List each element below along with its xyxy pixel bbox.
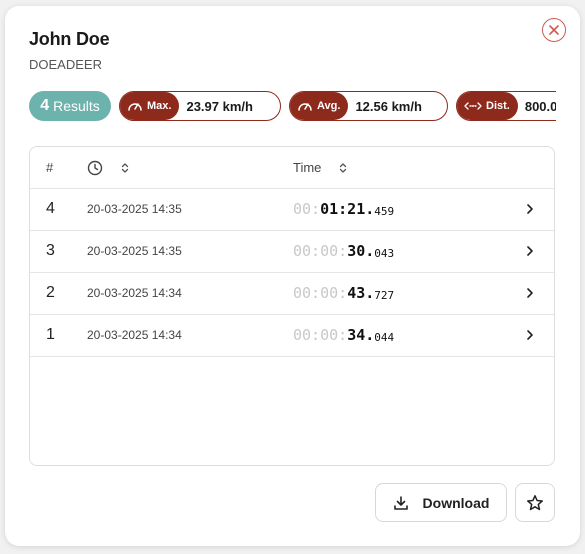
favorite-button[interactable] (515, 483, 555, 522)
row-date: 20-03-2025 14:34 (87, 286, 182, 300)
sort-icon[interactable] (121, 162, 129, 174)
results-label: Results (53, 98, 100, 114)
row-index: 2 (46, 284, 55, 301)
avg-speed-value: 12.56 km/h (355, 98, 422, 114)
header-time[interactable]: Time (293, 147, 347, 188)
close-icon (549, 25, 559, 35)
time-ms: 044 (374, 330, 395, 344)
time-dim: 00:00: (293, 326, 348, 344)
time-main: 43. (347, 284, 375, 302)
results-count: 4 (40, 97, 50, 114)
distance-tag: Dist. (457, 92, 518, 120)
chevron-right-icon (527, 330, 533, 340)
header-date[interactable] (87, 147, 129, 188)
row-open-button[interactable] (525, 314, 535, 356)
row-date: 20-03-2025 14:35 (87, 202, 182, 216)
stats-bar: 4 Results Max. 23.97 km/h Avg. 12.56 km/… (29, 90, 556, 124)
distance-label: Dist. (486, 100, 510, 112)
row-date: 20-03-2025 14:34 (87, 328, 182, 342)
row-time: 00:00: 43. 727 (293, 272, 394, 314)
avg-speed-stat: Avg. 12.56 km/h (289, 91, 448, 121)
max-speed-tag: Max. (120, 92, 180, 120)
max-speed-stat: Max. 23.97 km/h (119, 91, 281, 121)
row-open-button[interactable] (525, 230, 535, 272)
sort-icon[interactable] (339, 162, 347, 174)
time-dim: 00:00: (293, 284, 348, 302)
avg-speed-tag: Avg. (290, 92, 349, 120)
time-main: 34. (347, 326, 375, 344)
chevron-right-icon (527, 204, 533, 214)
row-date: 20-03-2025 14:35 (87, 244, 182, 258)
row-index: 4 (46, 200, 55, 217)
row-open-button[interactable] (525, 272, 535, 314)
time-main: 30. (347, 242, 375, 260)
time-main: 01:21. (320, 200, 375, 218)
time-ms: 727 (374, 288, 395, 302)
table-row[interactable]: 4 20-03-2025 14:35 00: 01:21. 459 (30, 188, 554, 231)
user-username: DOEADEER (29, 57, 102, 72)
row-time: 00:00: 34. 044 (293, 314, 394, 356)
chevron-right-icon (527, 288, 533, 298)
row-index: 3 (46, 242, 55, 259)
header-time-label: Time (293, 160, 322, 175)
download-icon (393, 495, 408, 510)
user-name: John Doe (29, 29, 110, 49)
distance-stat: Dist. 800.0 m (456, 91, 556, 121)
time-dim: 00: (293, 200, 321, 218)
time-dim: 00:00: (293, 242, 348, 260)
results-table: # Time 4 20-03-2025 14:35 00: 01:21. 459… (29, 146, 555, 466)
table-header: # Time (30, 147, 554, 189)
header-index: # (46, 160, 54, 175)
results-modal: John Doe DOEADEER 4 Results Max. 23.97 k… (5, 6, 580, 546)
max-speed-label: Max. (147, 100, 172, 112)
row-index: 1 (46, 326, 55, 343)
max-speed-value: 23.97 km/h (186, 98, 253, 114)
download-button[interactable]: Download (375, 483, 507, 522)
star-icon (527, 494, 543, 510)
avg-speed-label: Avg. (317, 100, 341, 112)
row-time: 00: 01:21. 459 (293, 188, 394, 230)
download-label: Download (422, 494, 490, 511)
chevron-right-icon (527, 246, 533, 256)
close-button[interactable] (542, 18, 566, 42)
distance-icon (464, 102, 482, 110)
clock-icon (87, 160, 103, 175)
speedometer-icon (298, 103, 312, 111)
time-ms: 043 (374, 246, 395, 260)
time-ms: 459 (374, 204, 395, 218)
speedometer-icon (128, 103, 142, 111)
row-time: 00:00: 30. 043 (293, 230, 394, 272)
table-row[interactable]: 2 20-03-2025 14:34 00:00: 43. 727 (30, 272, 554, 315)
row-open-button[interactable] (525, 188, 535, 230)
table-row[interactable]: 3 20-03-2025 14:35 00:00: 30. 043 (30, 230, 554, 273)
results-count-badge: 4 Results (29, 91, 111, 121)
distance-value: 800.0 m (524, 98, 556, 114)
table-row[interactable]: 1 20-03-2025 14:34 00:00: 34. 044 (30, 314, 554, 357)
